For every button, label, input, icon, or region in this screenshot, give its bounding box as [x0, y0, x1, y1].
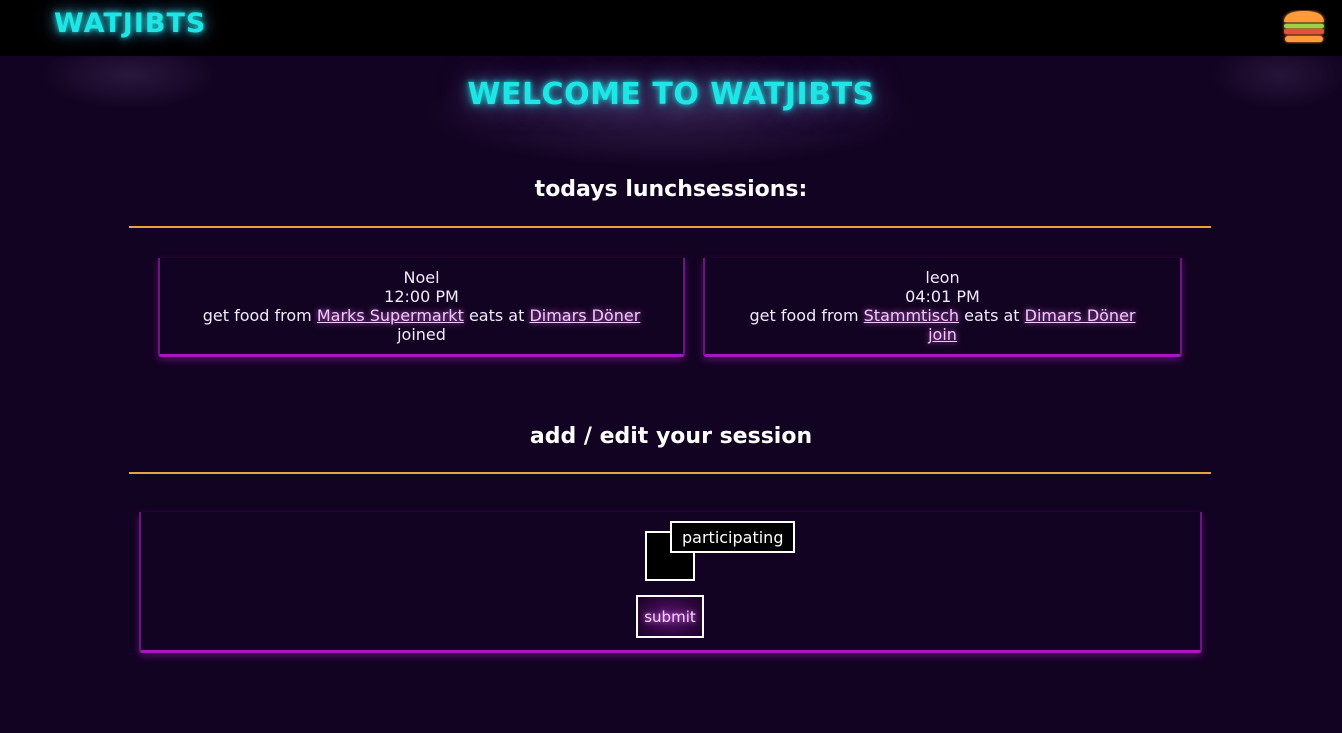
participating-label[interactable]: participating	[670, 521, 796, 553]
form-divider	[129, 472, 1211, 474]
eat-place-link[interactable]: Dimars Döner	[529, 306, 640, 325]
get-food-text: get food from	[749, 306, 859, 325]
session-card: leon 04:01 PM get food from Stammtisch e…	[703, 258, 1182, 357]
sessions-divider	[129, 226, 1211, 228]
welcome-glow	[420, 58, 920, 168]
session-time: 12:00 PM	[384, 287, 459, 306]
food-place-link[interactable]: Stammtisch	[864, 306, 959, 325]
get-food-text: get food from	[202, 306, 312, 325]
burger-icon[interactable]	[1282, 10, 1326, 44]
food-place-link[interactable]: Marks Supermarkt	[317, 306, 464, 325]
session-name: leon	[925, 268, 960, 287]
brand-logo[interactable]: WATJIBTS	[54, 8, 206, 39]
submit-button[interactable]: submit	[636, 595, 704, 638]
eat-place-link[interactable]: Dimars Döner	[1025, 306, 1136, 325]
eats-at-text: eats at	[468, 306, 525, 325]
session-places: get food from Stammtisch eats at Dimars …	[705, 306, 1180, 325]
session-name: Noel	[403, 268, 440, 287]
session-card: Noel 12:00 PM get food from Marks Superm…	[158, 258, 685, 357]
welcome-heading: WELCOME TO WATJIBTS	[467, 77, 875, 112]
eats-at-text: eats at	[964, 306, 1020, 325]
session-status: joined	[397, 325, 446, 344]
session-places: get food from Marks Supermarkt eats at D…	[160, 306, 683, 325]
top-navbar: WATJIBTS	[0, 0, 1342, 56]
session-time: 04:01 PM	[905, 287, 980, 306]
sessions-heading: todays lunchsessions:	[534, 177, 808, 202]
join-link[interactable]: join	[928, 325, 957, 344]
form-heading: add / edit your session	[529, 424, 813, 449]
